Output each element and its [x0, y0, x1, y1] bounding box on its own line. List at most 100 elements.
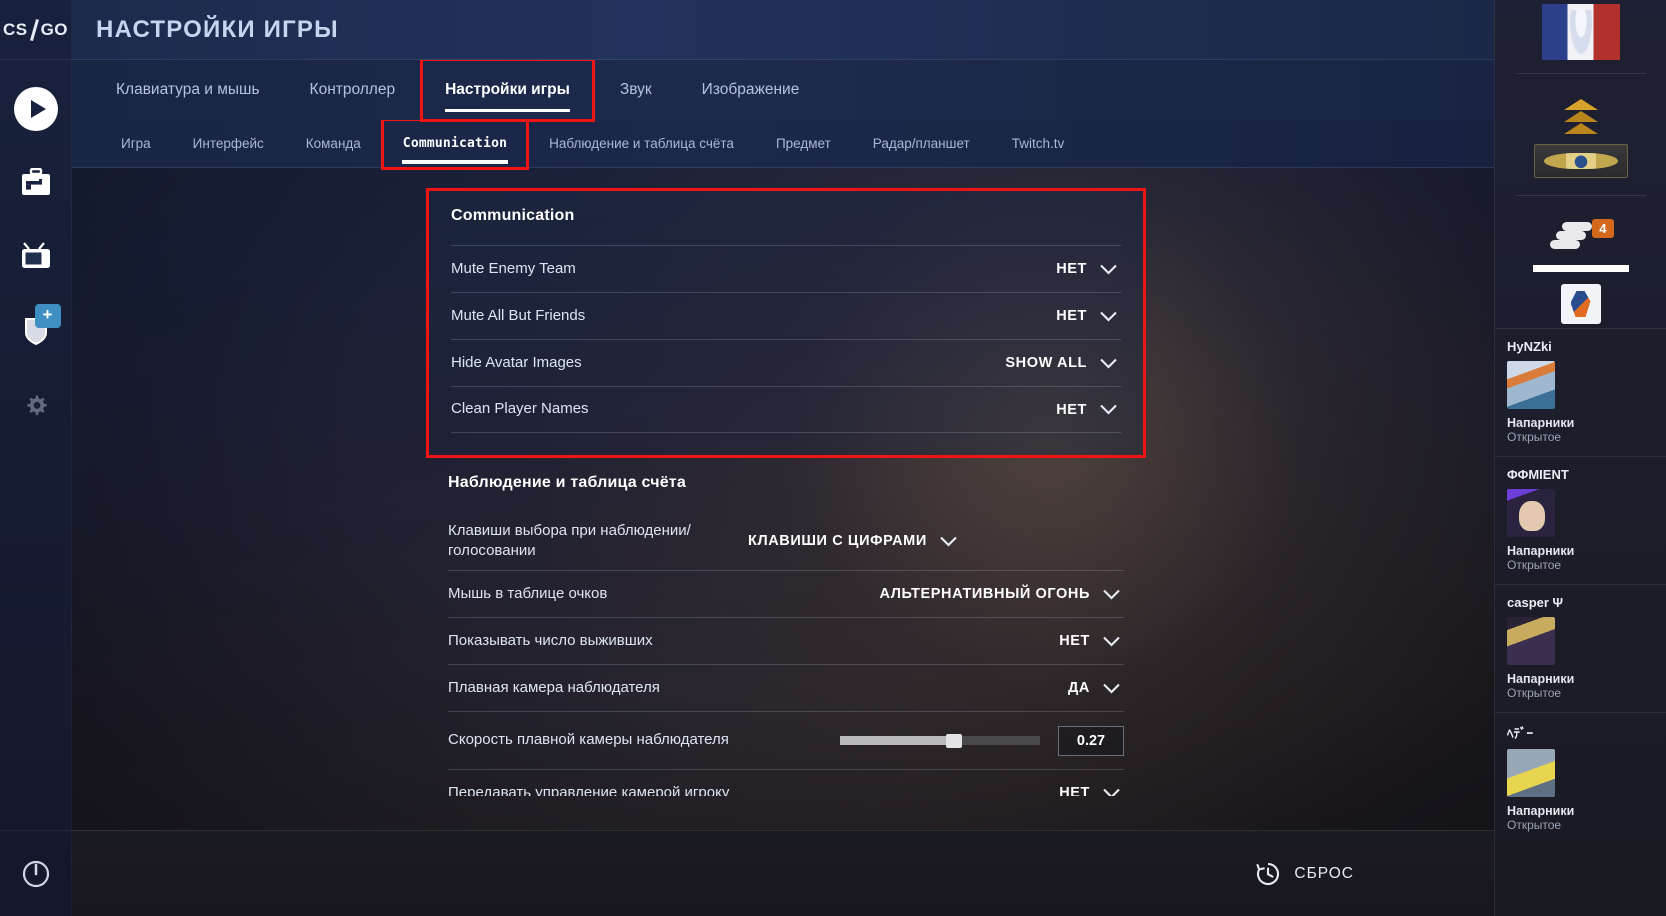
friend-avatar — [1507, 749, 1555, 797]
power-button[interactable] — [0, 830, 72, 916]
xp-progress-bar — [1532, 265, 1629, 272]
setting-value: ДА — [1067, 680, 1090, 696]
chevron-down-icon[interactable] — [927, 536, 961, 547]
rail-item-play[interactable] — [13, 86, 59, 132]
chevron-down-icon[interactable] — [1090, 589, 1124, 600]
communication-section-highlight: Communication Mute Enemy Team НЕТ Mute A… — [426, 188, 1146, 458]
friend-substatus: Открытое — [1507, 558, 1562, 572]
reset-button[interactable]: СБРОС — [1255, 861, 1354, 887]
slider-control[interactable]: 0.27 — [840, 725, 1124, 756]
smooth-camera-speed-slider[interactable] — [840, 734, 1040, 748]
setting-value: КЛАВИШИ С ЦИФРАМИ — [748, 533, 927, 549]
csgo-settings-window: CS GO + НАСТРОЙКИ ИГРЫ Клавиатура и мышь… — [0, 0, 1666, 916]
chevron-down-icon[interactable] — [1090, 636, 1124, 647]
friend-avatar — [1507, 361, 1555, 409]
setting-row-show-survivors[interactable]: Показывать число выживших НЕТ — [448, 617, 1124, 664]
player-banner-image — [1541, 4, 1620, 60]
subtab-communication[interactable]: Communication — [380, 117, 530, 170]
divider — [1515, 195, 1646, 196]
setting-label: Clean Player Names — [451, 400, 589, 418]
main-tab-bar: Клавиатура и мышь Контроллер Настройки и… — [72, 58, 1494, 122]
setting-value: НЕТ — [1059, 633, 1090, 649]
setting-row-clean-player-names[interactable]: Clean Player Names НЕТ — [451, 386, 1121, 433]
setting-row-smooth-camera-speed[interactable]: Скорость плавной камеры наблюдателя 0.27 — [448, 711, 1124, 769]
setting-value: НЕТ — [1059, 785, 1090, 796]
logo-text-cs: CS — [2, 19, 28, 39]
logo-slash-icon — [28, 20, 41, 40]
section-title-communication: Communication — [451, 207, 575, 224]
friend-substatus: Открытое — [1507, 818, 1562, 832]
chevron-down-icon[interactable] — [1087, 311, 1121, 322]
rail-item-inventory[interactable] — [13, 160, 59, 206]
tab-controller[interactable]: Контроллер — [288, 61, 418, 119]
setting-label: Плавная камера наблюдателя — [448, 678, 660, 696]
smooth-camera-speed-value[interactable]: 0.27 — [1058, 725, 1124, 756]
tab-audio[interactable]: Звук — [598, 61, 674, 119]
section-spectator-scoreboard: Наблюдение и таблица счёта Клавиши выбор… — [426, 458, 1146, 796]
friend-avatar — [1507, 617, 1555, 665]
friend-substatus: Открытое — [1507, 686, 1562, 700]
service-medal-icon — [1533, 144, 1628, 178]
slider-knob[interactable] — [946, 734, 962, 748]
setting-label: Мышь в таблице очков — [448, 584, 608, 602]
friend-avatar — [1507, 489, 1555, 537]
slider-fill — [840, 736, 950, 745]
tab-game-settings[interactable]: Настройки игры — [420, 58, 595, 122]
left-navigation-rail: CS GO + — [0, 0, 72, 916]
setting-value: SHOW ALL — [1005, 355, 1087, 371]
tv-icon — [21, 242, 50, 268]
restore-clock-icon — [1256, 862, 1280, 885]
subtab-twitch[interactable]: Twitch.tv — [993, 121, 1084, 167]
friend-name: casper Ψ — [1507, 595, 1564, 610]
setting-row-scoreboard-mouse[interactable]: Мышь в таблице очков АЛЬТЕРНАТИВНЫЙ ОГОН… — [448, 570, 1124, 617]
setting-row-spectator-select-keys[interactable]: Клавиши выбора при наблюдении/голосовани… — [448, 512, 1124, 570]
subtab-game[interactable]: Игра — [102, 121, 170, 167]
setting-value: НЕТ — [1056, 308, 1087, 324]
setting-label: Hide Avatar Images — [451, 353, 582, 371]
chevron-down-icon[interactable] — [1087, 404, 1121, 415]
subtab-spectator-scoreboard[interactable]: Наблюдение и таблица счёта — [530, 121, 753, 167]
friend-name: ΦΦMIENT — [1507, 467, 1569, 482]
friend-list-item[interactable]: ﾍﾃﾞｰ Напарники Открытое — [1495, 712, 1666, 844]
friend-name: HyNZki — [1507, 339, 1552, 354]
setting-value: НЕТ — [1056, 261, 1087, 277]
friend-list-item[interactable]: HyNZki Напарники Открытое — [1495, 328, 1666, 456]
play-icon — [13, 87, 58, 131]
power-icon — [22, 860, 50, 887]
setting-row-hide-avatar-images[interactable]: Hide Avatar Images SHOW ALL — [451, 339, 1121, 386]
friend-list-item[interactable]: casper Ψ Напарники Открытое — [1495, 584, 1666, 712]
chevron-down-icon[interactable] — [1090, 683, 1124, 694]
section-communication: Communication Mute Enemy Team НЕТ Mute A… — [429, 191, 1143, 455]
chevron-down-icon[interactable] — [1090, 788, 1124, 796]
subtab-item[interactable]: Предмет — [757, 121, 850, 167]
chevron-down-icon[interactable] — [1087, 358, 1121, 369]
page-title: НАСТРОЙКИ ИГРЫ — [96, 15, 339, 43]
rail-item-watch[interactable] — [13, 234, 59, 280]
subtab-team[interactable]: Команда — [287, 121, 380, 167]
setting-row-smooth-spectator-camera[interactable]: Плавная камера наблюдателя ДА — [448, 664, 1124, 711]
setting-value: АЛЬТЕРНАТИВНЫЙ ОГОНЬ — [879, 586, 1090, 602]
rail-item-storage[interactable]: + — [13, 304, 61, 354]
logo-text-go: GO — [40, 19, 69, 39]
setting-row-mute-all-but-friends[interactable]: Mute All But Friends НЕТ — [451, 292, 1121, 339]
setting-row-mute-enemy-team[interactable]: Mute Enemy Team НЕТ — [451, 245, 1121, 292]
rounds-counter: 4 — [1549, 219, 1614, 253]
subtab-interface[interactable]: Интерфейс — [174, 121, 283, 167]
bottom-action-bar: СБРОС — [72, 830, 1494, 916]
setting-label: Mute All But Friends — [451, 306, 586, 324]
friend-status: Напарники — [1507, 804, 1575, 818]
setting-value: НЕТ — [1056, 401, 1087, 418]
setting-row-pass-camera-control[interactable]: Передавать управление камерой игроку НЕТ — [448, 769, 1124, 796]
tab-keyboard-mouse[interactable]: Клавиатура и мышь — [94, 61, 282, 119]
friend-status: Напарники — [1507, 544, 1575, 558]
friend-list-item[interactable]: ΦΦMIENT Напарники Открытое — [1495, 456, 1666, 584]
settings-panel: Communication Mute Enemy Team НЕТ Mute A… — [426, 188, 1146, 796]
rail-item-settings[interactable] — [13, 382, 59, 428]
subtab-radar-tablet[interactable]: Радар/планшет — [854, 121, 989, 167]
chevron-down-icon[interactable] — [1087, 264, 1121, 275]
sub-tab-bar: Игра Интерфейс Команда Communication Наб… — [72, 117, 1494, 170]
csgo-logo: CS GO — [0, 0, 71, 60]
tab-video[interactable]: Изображение — [680, 61, 822, 119]
inventory-icon — [21, 168, 50, 195]
rounds-count-badge: 4 — [1592, 219, 1614, 238]
